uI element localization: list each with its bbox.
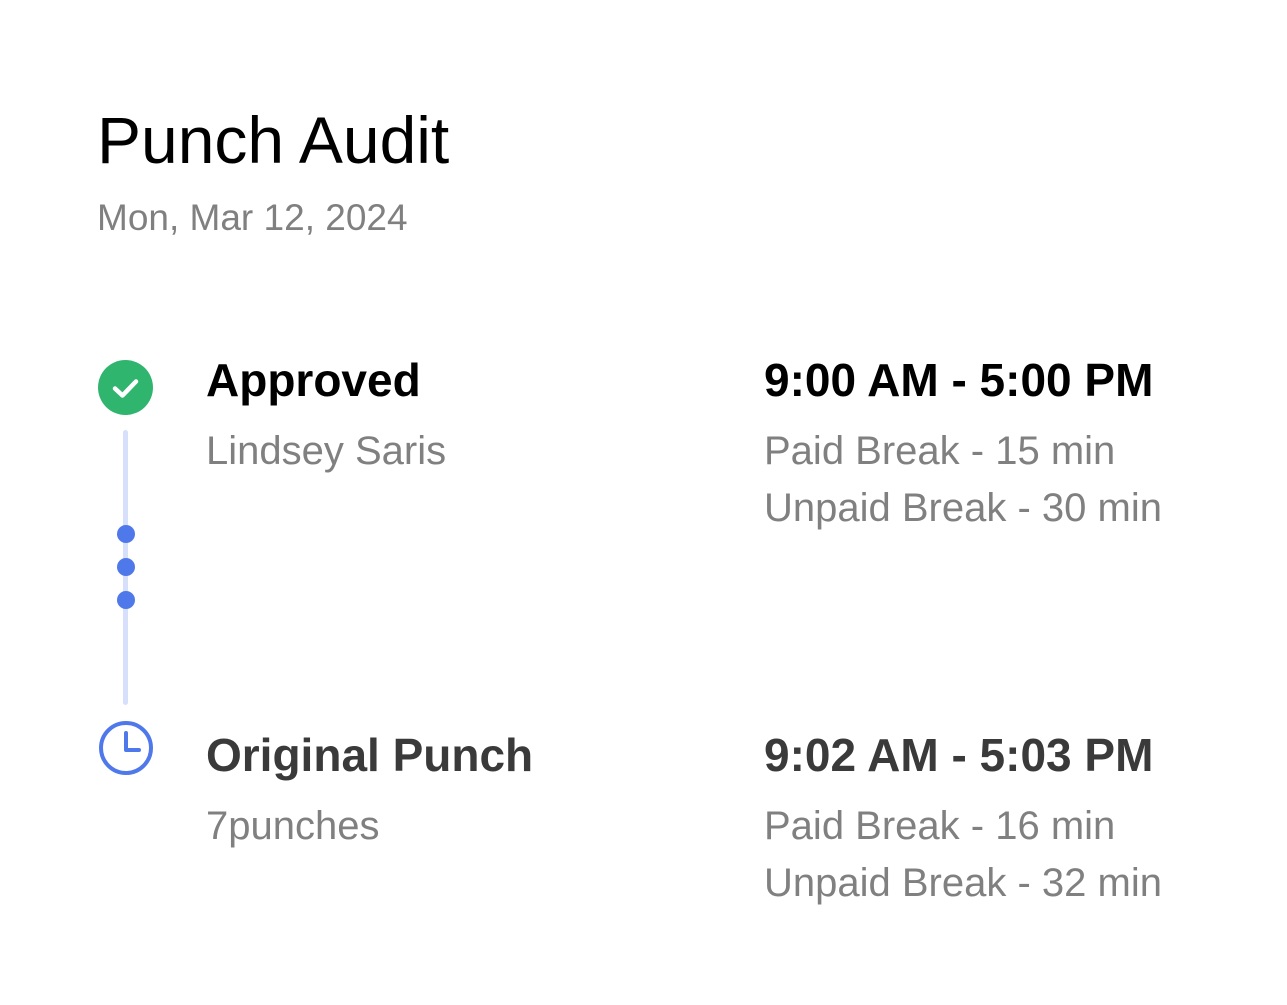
- clock-icon: [99, 721, 153, 775]
- audit-date: Mon, Mar 12, 2024: [97, 197, 408, 238]
- entry-approver: Lindsey Saris: [206, 429, 447, 473]
- page-title: Punch Audit: [97, 103, 450, 177]
- entry-punch-count: 7punches: [206, 804, 380, 848]
- entry-status: Original Punch: [206, 729, 534, 781]
- entry-paid-break: Paid Break - 16 min: [764, 804, 1116, 848]
- entry-unpaid-break: Unpaid Break - 30 min: [764, 486, 1162, 530]
- entry-time-range: 9:02 AM - 5:03 PM: [764, 729, 1154, 781]
- entry-unpaid-break: Unpaid Break - 32 min: [764, 861, 1162, 905]
- timeline-dot: [117, 591, 135, 609]
- timeline-dot: [117, 525, 135, 543]
- entry-time-range: 9:00 AM - 5:00 PM: [764, 354, 1154, 406]
- entry-paid-break: Paid Break - 15 min: [764, 429, 1116, 473]
- entry-status: Approved: [206, 354, 421, 406]
- check-circle-icon: [98, 360, 153, 415]
- timeline-dot: [117, 558, 135, 576]
